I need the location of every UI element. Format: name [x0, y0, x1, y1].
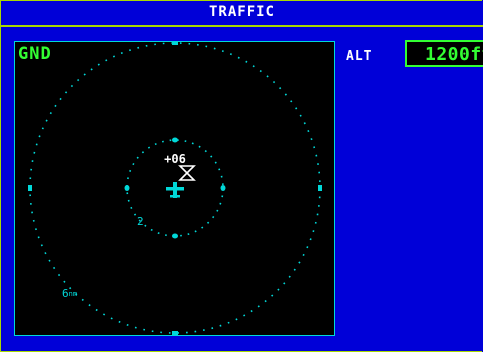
outer-ring-tick-top: [172, 42, 178, 45]
traffic-relative-altitude: +06: [164, 152, 186, 166]
outer-ring-tick-right: [318, 185, 322, 191]
inner-range-label: 2: [137, 215, 144, 228]
outer-ring-tick-bottom: [172, 331, 178, 335]
inner-ring-tick-top: [172, 137, 178, 143]
inner-ring-tick-left: [124, 185, 130, 191]
altitude-value: 1200ft: [425, 44, 483, 65]
altitude-field[interactable]: 1200ft: [405, 40, 483, 67]
outer-range-label: 6nm: [62, 287, 77, 300]
title-bar: TRAFFIC: [1, 1, 483, 27]
inner-ring-tick-bottom: [172, 233, 178, 239]
page-title: TRAFFIC: [208, 4, 275, 20]
traffic-map-canvas: 2 6nm +06: [28, 42, 322, 335]
traffic-target-icon[interactable]: [178, 165, 196, 181]
outer-ring-tick-left: [28, 185, 32, 191]
inner-ring-tick-right: [220, 185, 226, 191]
traffic-mode-label: GND: [18, 44, 52, 64]
altitude-label: ALT: [346, 49, 373, 64]
own-aircraft-icon: [166, 182, 184, 198]
traffic-map[interactable]: 2 6nm +06 GND: [14, 41, 335, 336]
